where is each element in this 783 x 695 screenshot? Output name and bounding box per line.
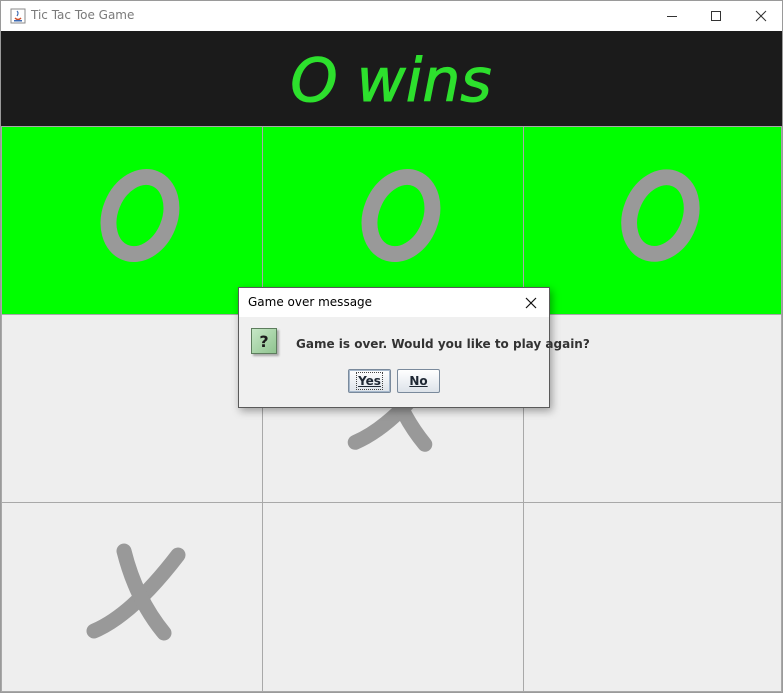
board-cell-2-1[interactable] [1, 314, 263, 503]
question-icon: ? [251, 328, 277, 354]
dialog-title: Game over message [248, 295, 373, 309]
o-mark-ring [361, 169, 441, 263]
title-bar: Tic Tac Toe Game [1, 1, 782, 31]
dialog-title-bar: Game over message [239, 288, 549, 317]
minimize-icon [667, 16, 677, 17]
o-mark-ring [100, 169, 180, 263]
maximize-icon [711, 11, 721, 21]
yes-button[interactable]: Yes [348, 369, 391, 393]
status-banner-text-wrapper: O wins [1, 31, 782, 126]
o-mark [621, 169, 700, 262]
close-button[interactable] [738, 1, 783, 31]
yes-button-label: Yes [356, 372, 383, 390]
app-window: Tic Tac Toe Game O wins Game over messag… [0, 0, 783, 693]
board-cell-1-1[interactable] [1, 126, 263, 315]
close-icon [755, 10, 767, 22]
board-cell-3-3[interactable] [523, 502, 782, 692]
game-over-dialog: Game over message ? Game is over. Would … [238, 287, 590, 408]
winner-label: O wins [290, 46, 491, 116]
x-mark-stroke-2 [116, 543, 172, 641]
status-banner-svg: O wins [290, 46, 492, 117]
board-cell-1-3[interactable] [523, 126, 782, 315]
minimize-button[interactable] [649, 1, 695, 31]
o-mark [361, 169, 441, 263]
o-mark-ring [621, 169, 700, 262]
board-cell-3-2[interactable] [262, 502, 524, 692]
maximize-button[interactable] [693, 1, 739, 31]
o-mark [100, 169, 180, 263]
dialog-close-icon[interactable] [522, 294, 540, 312]
game-board [1, 126, 782, 692]
x-mark [86, 543, 186, 641]
dialog-message: Game is over. Would you like to play aga… [296, 337, 590, 351]
no-button-label: No [409, 374, 428, 388]
board-cell-3-1[interactable] [1, 502, 263, 692]
no-button[interactable]: No [397, 369, 440, 393]
window-title: Tic Tac Toe Game [31, 8, 135, 22]
java-app-icon [10, 8, 26, 24]
question-icon-glyph: ? [259, 331, 269, 351]
